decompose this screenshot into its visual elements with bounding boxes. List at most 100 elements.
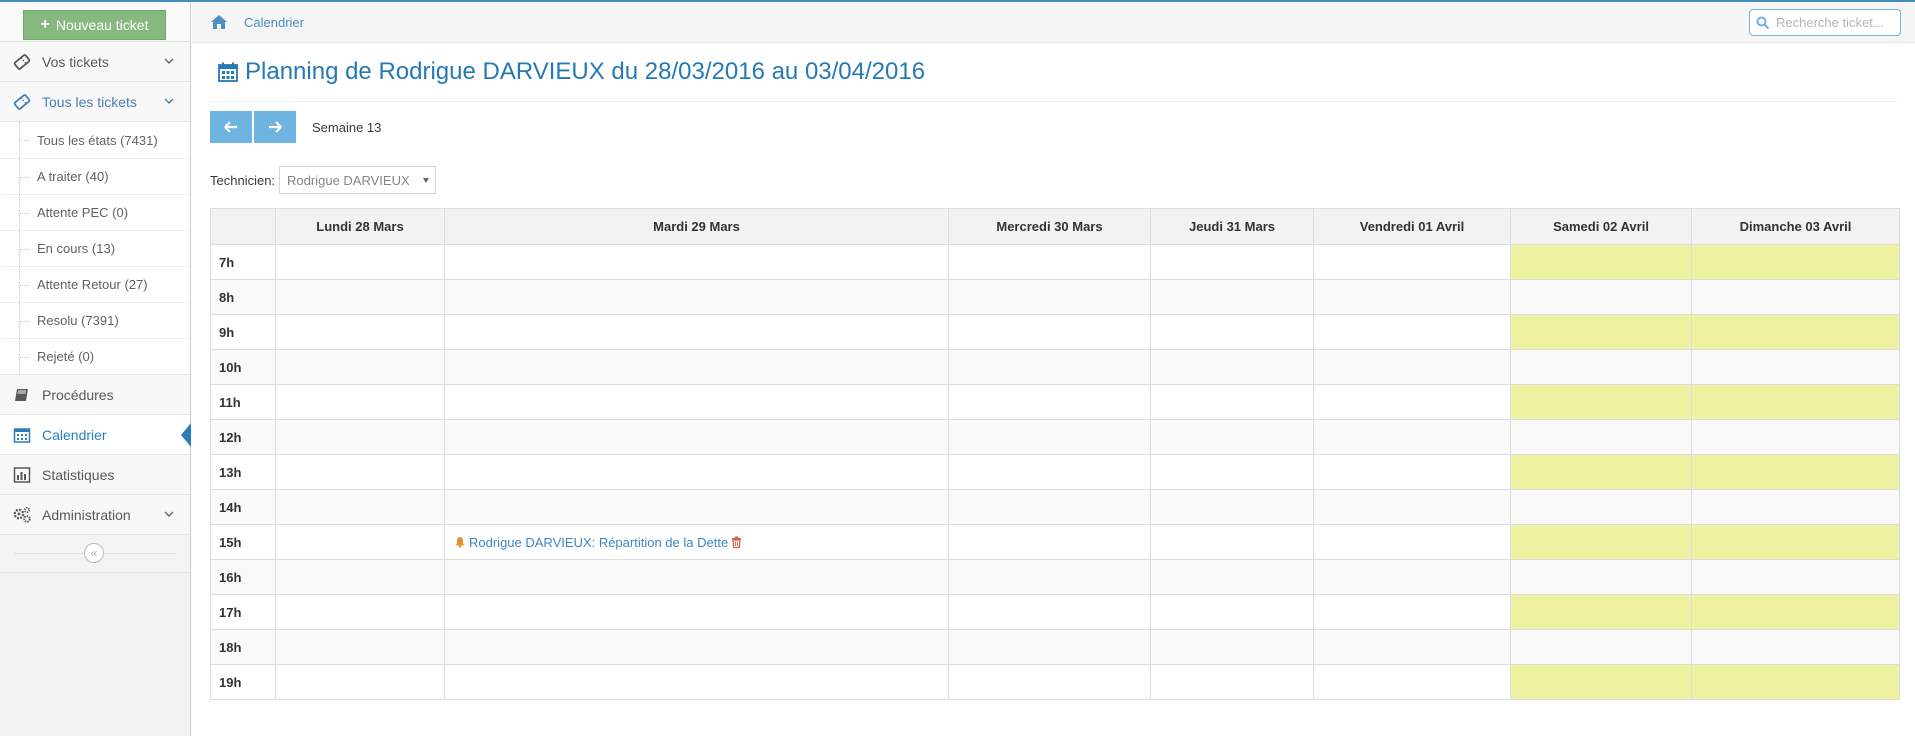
weekend-slot[interactable] xyxy=(1510,454,1692,490)
time-slot[interactable] xyxy=(444,489,949,525)
trash-icon[interactable] xyxy=(731,536,742,548)
time-slot[interactable]: Rodrigue DARVIEUX: Répartition de la Det… xyxy=(444,524,949,560)
time-slot[interactable] xyxy=(444,454,949,490)
time-slot[interactable] xyxy=(275,559,445,595)
time-slot[interactable] xyxy=(275,279,445,315)
time-slot[interactable] xyxy=(1313,524,1511,560)
weekend-slot[interactable] xyxy=(1510,594,1692,630)
new-ticket-button[interactable]: + Nouveau ticket xyxy=(23,10,166,40)
time-slot[interactable] xyxy=(1313,559,1511,595)
time-slot[interactable] xyxy=(1313,629,1511,665)
sidebar-item-vos-tickets[interactable]: Vos tickets xyxy=(0,42,190,82)
time-slot[interactable] xyxy=(275,454,445,490)
time-slot[interactable] xyxy=(1150,664,1314,700)
sidebar-item-procedures[interactable]: Procédures xyxy=(0,375,190,415)
time-slot[interactable] xyxy=(275,244,445,280)
time-slot[interactable] xyxy=(948,244,1151,280)
weekend-slot[interactable] xyxy=(1510,244,1692,280)
weekend-slot[interactable] xyxy=(1691,629,1900,665)
weekend-slot[interactable] xyxy=(1691,349,1900,385)
time-slot[interactable] xyxy=(444,279,949,315)
time-slot[interactable] xyxy=(948,419,1151,455)
time-slot[interactable] xyxy=(275,419,445,455)
time-slot[interactable] xyxy=(444,244,949,280)
sidebar-item-calendrier[interactable]: Calendrier xyxy=(0,415,191,455)
sidebar-item-tous-les-tickets[interactable]: Tous les tickets xyxy=(0,82,190,122)
planning-event[interactable]: Rodrigue DARVIEUX: Répartition de la Det… xyxy=(446,535,947,550)
time-slot[interactable] xyxy=(948,594,1151,630)
time-slot[interactable] xyxy=(948,559,1151,595)
technician-select[interactable]: Rodrigue DARVIEUX xyxy=(279,166,437,194)
time-slot[interactable] xyxy=(948,454,1151,490)
time-slot[interactable] xyxy=(948,384,1151,420)
time-slot[interactable] xyxy=(1150,384,1314,420)
weekend-slot[interactable] xyxy=(1510,629,1692,665)
time-slot[interactable] xyxy=(275,384,445,420)
weekend-slot[interactable] xyxy=(1691,664,1900,700)
weekend-slot[interactable] xyxy=(1510,559,1692,595)
time-slot[interactable] xyxy=(1313,489,1511,525)
time-slot[interactable] xyxy=(444,349,949,385)
time-slot[interactable] xyxy=(1150,244,1314,280)
time-slot[interactable] xyxy=(275,629,445,665)
time-slot[interactable] xyxy=(948,524,1151,560)
time-slot[interactable] xyxy=(1313,314,1511,350)
time-slot[interactable] xyxy=(275,489,445,525)
weekend-slot[interactable] xyxy=(1510,314,1692,350)
collapse-sidebar-icon[interactable]: « xyxy=(84,543,104,563)
time-slot[interactable] xyxy=(275,349,445,385)
time-slot[interactable] xyxy=(948,279,1151,315)
time-slot[interactable] xyxy=(275,524,445,560)
time-slot[interactable] xyxy=(444,664,949,700)
time-slot[interactable] xyxy=(1150,489,1314,525)
breadcrumb-calendrier[interactable]: Calendrier xyxy=(244,15,304,30)
time-slot[interactable] xyxy=(1150,559,1314,595)
time-slot[interactable] xyxy=(275,594,445,630)
previous-week-button[interactable] xyxy=(210,111,252,143)
time-slot[interactable] xyxy=(275,664,445,700)
weekend-slot[interactable] xyxy=(1691,314,1900,350)
time-slot[interactable] xyxy=(948,664,1151,700)
time-slot[interactable] xyxy=(444,594,949,630)
weekend-slot[interactable] xyxy=(1691,454,1900,490)
weekend-slot[interactable] xyxy=(1691,559,1900,595)
weekend-slot[interactable] xyxy=(1510,489,1692,525)
weekend-slot[interactable] xyxy=(1691,244,1900,280)
time-slot[interactable] xyxy=(948,629,1151,665)
submenu-item-attente-retour[interactable]: Attente Retour (27) xyxy=(0,266,190,302)
time-slot[interactable] xyxy=(1313,419,1511,455)
time-slot[interactable] xyxy=(1150,279,1314,315)
time-slot[interactable] xyxy=(1313,349,1511,385)
time-slot[interactable] xyxy=(444,559,949,595)
time-slot[interactable] xyxy=(948,349,1151,385)
sidebar-item-administration[interactable]: Administration xyxy=(0,495,190,535)
submenu-item-tous-les-etats[interactable]: Tous les états (7431) xyxy=(0,122,190,158)
weekend-slot[interactable] xyxy=(1510,279,1692,315)
weekend-slot[interactable] xyxy=(1691,594,1900,630)
weekend-slot[interactable] xyxy=(1691,384,1900,420)
time-slot[interactable] xyxy=(948,489,1151,525)
time-slot[interactable] xyxy=(444,384,949,420)
submenu-item-attente-pec[interactable]: Attente PEC (0) xyxy=(0,194,190,230)
submenu-item-en-cours[interactable]: En cours (13) xyxy=(0,230,190,266)
weekend-slot[interactable] xyxy=(1510,524,1692,560)
time-slot[interactable] xyxy=(444,314,949,350)
time-slot[interactable] xyxy=(275,314,445,350)
time-slot[interactable] xyxy=(1313,454,1511,490)
weekend-slot[interactable] xyxy=(1510,349,1692,385)
time-slot[interactable] xyxy=(1313,279,1511,315)
submenu-item-rejete[interactable]: Rejeté (0) xyxy=(0,338,190,374)
sidebar-item-statistiques[interactable]: Statistiques xyxy=(0,455,190,495)
weekend-slot[interactable] xyxy=(1691,279,1900,315)
time-slot[interactable] xyxy=(1150,454,1314,490)
weekend-slot[interactable] xyxy=(1510,664,1692,700)
time-slot[interactable] xyxy=(1150,314,1314,350)
time-slot[interactable] xyxy=(444,629,949,665)
time-slot[interactable] xyxy=(1150,419,1314,455)
weekend-slot[interactable] xyxy=(1691,419,1900,455)
weekend-slot[interactable] xyxy=(1510,419,1692,455)
time-slot[interactable] xyxy=(444,419,949,455)
search-input[interactable] xyxy=(1774,14,1894,31)
weekend-slot[interactable] xyxy=(1510,384,1692,420)
time-slot[interactable] xyxy=(1150,629,1314,665)
